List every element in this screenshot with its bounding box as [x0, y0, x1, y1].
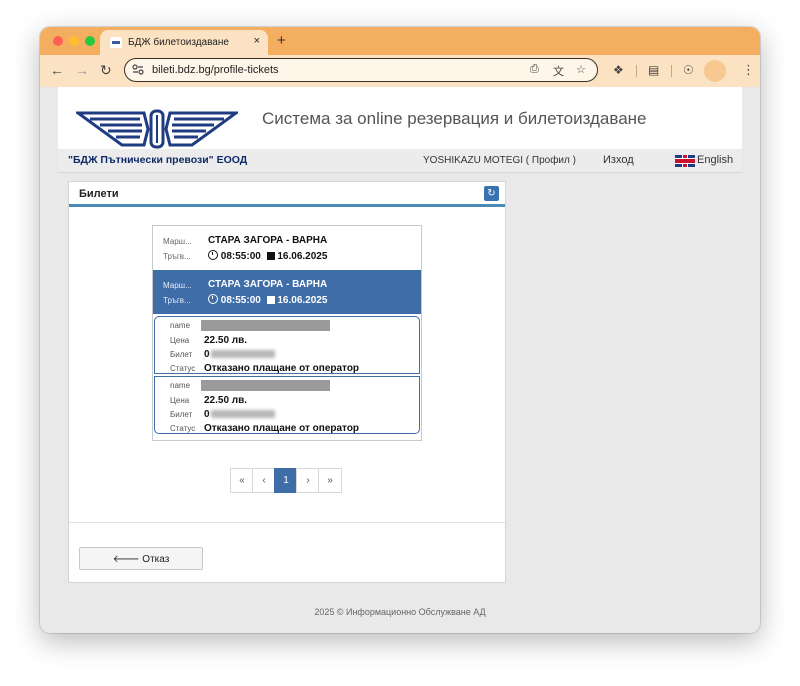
name-label: name — [170, 321, 191, 330]
tickets-panel: Билети ↻ Марш... Тръгв... СТАРА ЗАГОРА -… — [68, 181, 506, 583]
uk-flag-icon[interactable] — [675, 155, 695, 167]
logout-link[interactable]: Изход — [603, 154, 634, 166]
trip-datetime: 08:55:00 16.06.2025 — [208, 294, 327, 306]
install-icon[interactable]: ⎙ — [530, 63, 539, 76]
site-title: Система за online резервация и билетоизд… — [262, 109, 647, 128]
trip-time: 08:55:00 — [220, 251, 261, 262]
departure-label: Тръгв... — [163, 252, 191, 261]
arrow-left-icon: 🡐 — [112, 554, 140, 565]
refresh-button[interactable]: ↻ — [484, 186, 499, 201]
first-page-button[interactable]: « — [230, 468, 254, 493]
close-window-button[interactable] — [53, 36, 63, 46]
cancel-label: Отказ — [142, 554, 170, 565]
trip-time: 08:55:00 — [220, 295, 261, 306]
translate-icon[interactable]: 文 — [553, 63, 564, 79]
trip-item[interactable]: Марш... Тръгв... СТАРА ЗАГОРА - ВАРНА 08… — [153, 226, 421, 270]
price-label: Цена — [170, 336, 190, 345]
trip-route: СТАРА ЗАГОРА - ВАРНА — [208, 279, 328, 290]
trip-date: 16.06.2025 — [277, 251, 328, 262]
tab-title: БДЖ билетоиздаване — [128, 37, 229, 48]
page-1-button[interactable]: 1 — [274, 468, 298, 493]
site-info-icon[interactable] — [132, 64, 144, 75]
cancel-button[interactable]: 🡐 Отказ — [79, 547, 203, 570]
profile-avatar[interactable] — [704, 60, 726, 82]
ticket-number: 0 — [204, 349, 275, 360]
favicon-icon — [110, 37, 122, 48]
status-label: Статус — [170, 424, 196, 433]
ticket-price: 22.50 лв. — [204, 395, 248, 406]
profile-link[interactable]: YOSHIKAZU MOTEGI ( Профил ) — [423, 155, 576, 166]
redacted-name — [201, 380, 330, 391]
company-name: "БДЖ Пътнически превози" ЕООД — [68, 154, 248, 166]
trip-item-selected[interactable]: Марш... Тръгв... СТАРА ЗАГОРА - ВАРНА 08… — [153, 270, 421, 314]
trip-route: СТАРА ЗАГОРА - ВАРНА — [208, 235, 328, 246]
last-page-button[interactable]: » — [318, 468, 342, 493]
browser-tab[interactable]: БДЖ билетоиздаване × — [100, 30, 268, 55]
browser-window: БДЖ билетоиздаване × + ← → ↻ bileti.bdz.… — [40, 27, 760, 633]
back-arrow-icon[interactable]: ← — [50, 62, 64, 78]
ticket-status: Отказано плащане от оператор — [204, 363, 360, 374]
address-bar[interactable]: bileti.bdz.bg/profile-tickets ⎙ 文 ☆ — [124, 58, 598, 82]
bookmark-star-icon[interactable]: ☆ — [576, 63, 586, 76]
clock-icon — [208, 294, 218, 304]
prev-page-button[interactable]: ‹ — [252, 468, 276, 493]
panel-title: Билети — [79, 188, 119, 200]
toolbar-separator — [671, 65, 672, 77]
trip-list: Марш... Тръгв... СТАРА ЗАГОРА - ВАРНА 08… — [152, 225, 422, 441]
ticket-label: Билет — [170, 350, 193, 359]
maximize-window-button[interactable] — [85, 36, 95, 46]
extensions-icon[interactable]: ❖ — [613, 63, 624, 77]
reload-icon[interactable]: ↻ — [100, 62, 112, 79]
departure-label: Тръгв... — [163, 296, 191, 305]
ticket-price: 22.50 лв. — [204, 335, 248, 346]
status-label: Статус — [170, 364, 196, 373]
page-footer: 2025 © Информационно Обслужване АД — [314, 607, 486, 617]
new-tab-button[interactable]: + — [277, 32, 286, 49]
price-label: Цена — [170, 396, 190, 405]
route-label: Марш... — [163, 237, 192, 246]
side-panel-icon[interactable]: ☉ — [683, 63, 694, 77]
ticket-status: Отказано плащане от оператор — [204, 423, 360, 434]
toolbar-separator — [636, 65, 637, 77]
minimize-window-button[interactable] — [69, 36, 79, 46]
page-content: Система за online резервация и билетоизд… — [40, 87, 760, 633]
url-text[interactable]: bileti.bdz.bg/profile-tickets — [152, 64, 279, 76]
trip-date: 16.06.2025 — [277, 295, 328, 306]
browser-toolbar: ← → ↻ bileti.bdz.bg/profile-tickets ⎙ 文 … — [40, 55, 760, 87]
top-navbar: "БДЖ Пътнически превози" ЕООД YOSHIKAZU … — [58, 149, 742, 173]
redacted-name — [201, 320, 330, 331]
tab-close-icon[interactable]: × — [254, 35, 260, 47]
panel-divider — [69, 522, 505, 523]
menu-icon[interactable]: ⋮ — [742, 62, 755, 78]
language-link[interactable]: English — [697, 154, 733, 166]
clock-icon — [208, 250, 218, 260]
ticket-card: name Цена 22.50 лв. Билет 0 Статус Отказ… — [154, 316, 420, 374]
title-bar: БДЖ билетоиздаване × + — [40, 27, 760, 55]
reading-list-icon[interactable]: ▤ — [648, 63, 659, 77]
calendar-icon — [266, 252, 275, 260]
bdz-logo-icon — [76, 109, 238, 149]
calendar-icon — [266, 296, 275, 304]
route-label: Марш... — [163, 281, 192, 290]
forward-arrow-icon[interactable]: → — [75, 62, 89, 78]
refresh-icon: ↻ — [487, 188, 496, 199]
ticket-card: name Цена 22.50 лв. Билет 0 Статус Отказ… — [154, 376, 420, 434]
name-label: name — [170, 381, 191, 390]
trip-datetime: 08:55:00 16.06.2025 — [208, 250, 327, 262]
ticket-label: Билет — [170, 410, 193, 419]
ticket-number: 0 — [204, 409, 275, 420]
panel-title-underline — [69, 204, 505, 207]
next-page-button[interactable]: › — [296, 468, 320, 493]
